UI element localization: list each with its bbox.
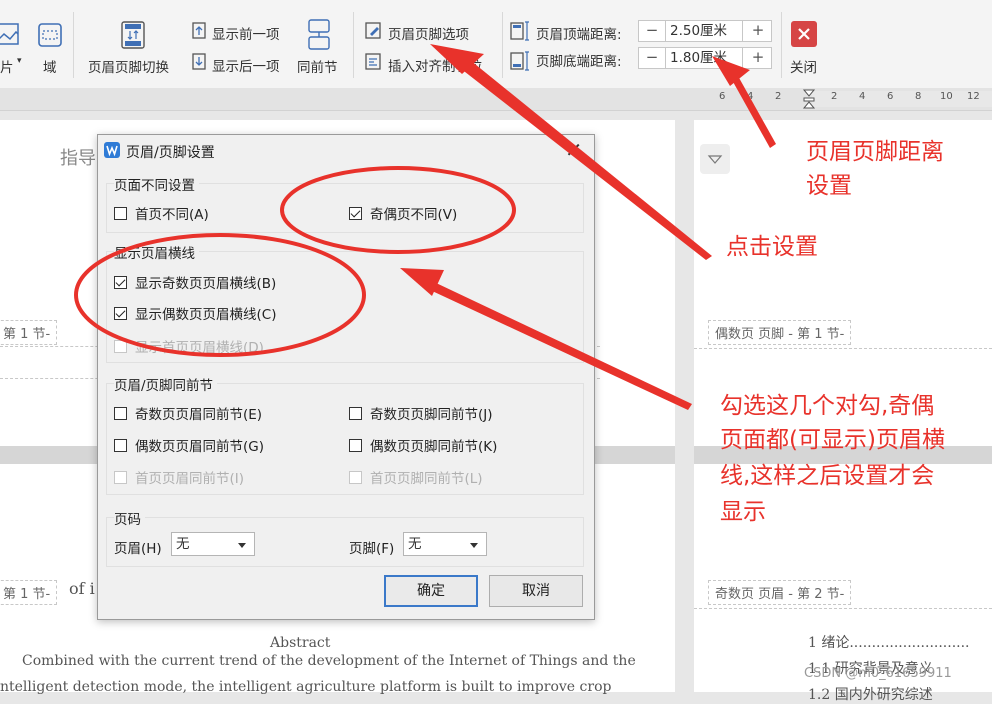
body-text: of i: [69, 579, 95, 598]
insert-align-tab-button[interactable]: 插入对齐制表位: [388, 55, 483, 75]
odd-header-section-tag: 奇数页 页眉 - 第 2 节-: [708, 580, 852, 605]
odd-footer-same-checkbox[interactable]: 奇数页页脚同前节(J): [349, 403, 493, 423]
toolbar: 片 ▾ 域 页眉页脚切换 显示前一项 显示后一项 同前节 页眉页脚选项 插入对齐…: [0, 0, 992, 89]
header-top-distance-stepper[interactable]: − 2.50厘米 +: [638, 20, 772, 42]
ruler-number: 6: [887, 91, 894, 102]
first-footer-same-checkbox: 首页页脚同前节(L): [349, 467, 483, 487]
footer-bottom-distance-input[interactable]: 1.80厘米: [665, 48, 743, 68]
even-header-same-checkbox[interactable]: 偶数页页眉同前节(G): [114, 435, 264, 455]
ruler-number: 10: [940, 91, 953, 102]
body-text: Combined with the current trend of the d…: [22, 653, 636, 669]
ruler-number: 6: [719, 91, 726, 102]
plus-button[interactable]: +: [745, 21, 771, 41]
plus-button[interactable]: +: [745, 48, 771, 68]
insert-align-tab-icon[interactable]: [364, 52, 384, 72]
even-footer-same-checkbox[interactable]: 偶数页页脚同前节(K): [349, 435, 497, 455]
annotation-text: 页眉页脚距离: [806, 139, 944, 165]
abstract-heading: Abstract: [270, 635, 331, 651]
first-page-different-checkbox[interactable]: 首页不同(A): [114, 203, 209, 223]
footer-bottom-distance-icon: [510, 51, 529, 71]
field-icon[interactable]: [37, 22, 63, 50]
header-footer-switch-button[interactable]: 页眉页脚切换: [88, 56, 169, 76]
annotation-text: 勾选这几个对勾,奇偶: [720, 393, 935, 419]
same-as-previous-button[interactable]: 同前节: [297, 56, 338, 76]
ruler-number: 4: [859, 91, 866, 102]
header-footer-options-icon[interactable]: [364, 21, 384, 41]
show-previous-icon[interactable]: [190, 21, 208, 41]
ruler-number: 2: [831, 91, 838, 102]
picture-label[interactable]: 片: [0, 56, 14, 76]
toc-entry: 1.2 国内外研究综述: [808, 687, 933, 703]
footer-page-number-select[interactable]: 无: [403, 532, 487, 556]
ruler: 6 4 2 2 4 6 8 10 12: [0, 88, 992, 111]
annotation-text: 点击设置: [726, 234, 818, 260]
field-button[interactable]: 域: [43, 56, 57, 76]
group-title: 页面不同设置: [114, 174, 199, 194]
close-icon: [798, 28, 810, 40]
header-page-number-select[interactable]: 无: [171, 532, 255, 556]
header-footer-options-button[interactable]: 页眉页脚选项: [388, 23, 469, 43]
annotation-text: 显示: [720, 499, 766, 525]
same-as-previous-icon[interactable]: [306, 18, 332, 52]
collapse-icon[interactable]: [700, 144, 730, 174]
footer-bottom-distance-stepper[interactable]: − 1.80厘米 +: [638, 47, 772, 69]
header-top-distance-label: 页眉顶端距离:: [536, 27, 622, 43]
header-footer-switch-icon[interactable]: [119, 20, 147, 52]
ruler-number: 2: [775, 91, 782, 102]
indent-marker-icon[interactable]: [802, 88, 816, 110]
first-header-same-checkbox: 首页页眉同前节(I): [114, 467, 244, 487]
footer-page-number-label: 页脚(F): [349, 541, 395, 557]
minus-button[interactable]: −: [639, 21, 665, 41]
ok-button[interactable]: 确定: [384, 575, 478, 607]
header-top-distance-icon: [510, 21, 529, 41]
minus-button[interactable]: −: [639, 48, 665, 68]
footer-bottom-distance-label: 页脚底端距离:: [536, 54, 622, 70]
dropdown-arrow-icon: [238, 543, 246, 548]
first-header-line-checkbox: 显示首页页眉横线(D): [114, 336, 264, 356]
toolbar-divider: [781, 12, 782, 78]
section-tag: 第 1 节-: [0, 320, 58, 345]
header-text: 指导: [60, 148, 96, 169]
section-tag: 第 1 节-: [0, 580, 58, 605]
odd-header-same-checkbox[interactable]: 奇数页页眉同前节(E): [114, 403, 262, 423]
even-footer-section-tag: 偶数页 页脚 - 第 1 节-: [708, 320, 852, 345]
show-next-button[interactable]: 显示后一项: [212, 55, 280, 75]
show-previous-button[interactable]: 显示前一项: [212, 23, 280, 43]
dialog-title: 页眉/页脚设置: [126, 145, 215, 161]
annotation-text: 线,这样之后设置才会: [720, 463, 935, 489]
show-next-icon[interactable]: [190, 52, 208, 72]
annotation-text: 设置: [806, 173, 852, 199]
group-title: 页码: [114, 508, 145, 528]
watermark: CSDN @m0_61659911: [804, 666, 952, 681]
annotation-text: 页面都(可显示)页眉横: [720, 427, 945, 453]
dropdown-arrow-icon: [470, 543, 478, 548]
ruler-number: 8: [915, 91, 922, 102]
header-top-distance-input[interactable]: 2.50厘米: [665, 21, 743, 41]
picture-dropdown-icon[interactable]: ▾: [17, 56, 22, 66]
ruler-number: 12: [967, 91, 980, 102]
picture-icon[interactable]: [0, 22, 22, 48]
wps-logo-icon: [104, 142, 120, 158]
cancel-button[interactable]: 取消: [489, 575, 583, 607]
close-header-footer-button[interactable]: [791, 21, 817, 47]
even-header-line-checkbox[interactable]: 显示偶数页页眉横线(C): [114, 303, 276, 323]
odd-even-different-checkbox[interactable]: 奇偶页不同(V): [349, 203, 457, 223]
close-label[interactable]: 关闭: [790, 56, 817, 76]
toolbar-divider: [73, 12, 74, 78]
odd-header-line-checkbox[interactable]: 显示奇数页页眉横线(B): [114, 272, 276, 292]
group-title: 显示页眉横线: [114, 242, 199, 262]
toolbar-divider: [502, 12, 503, 78]
toolbar-divider: [353, 12, 354, 78]
body-text: ntelligent detection mode, the intellige…: [0, 679, 612, 695]
ruler-number: 4: [747, 91, 754, 102]
dialog-close-icon[interactable]: ✕: [565, 138, 582, 162]
header-footer-settings-dialog: 页眉/页脚设置 ✕ 页面不同设置 首页不同(A) 奇偶页不同(V) 显示页眉横线…: [97, 134, 595, 620]
group-title: 页眉/页脚同前节: [114, 374, 218, 394]
header-page-number-label: 页眉(H): [114, 541, 162, 557]
toc-entry: 1 绪论...........................: [808, 635, 970, 651]
